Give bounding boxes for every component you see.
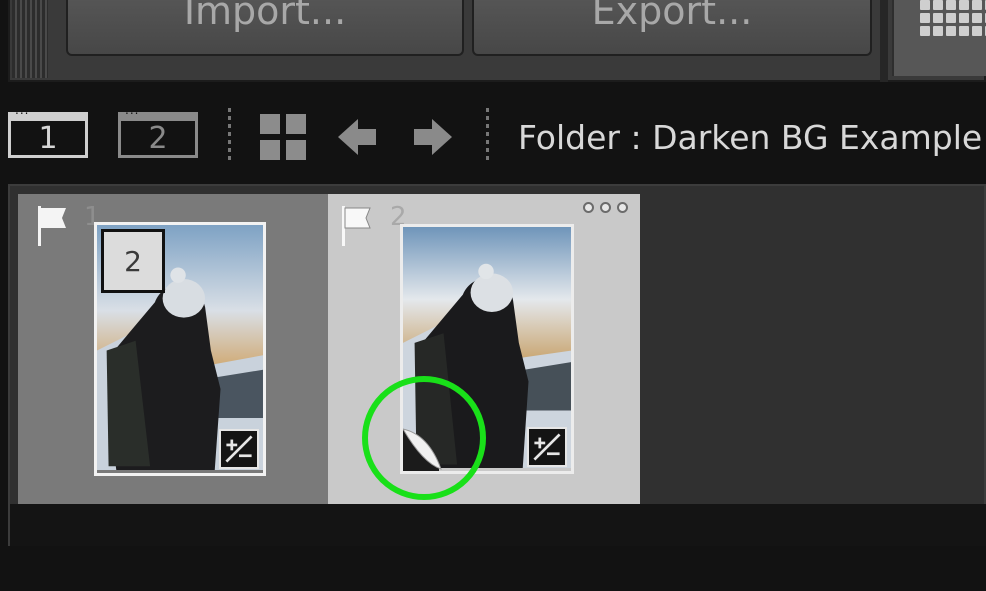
flag-icon[interactable]: [338, 204, 376, 248]
filmstrip-scroll-track[interactable]: [10, 504, 986, 546]
filmstrip-cell[interactable]: 1 2: [18, 194, 328, 504]
filmstrip: 1 2 2: [8, 184, 986, 546]
highlight-ring-annotation: [362, 376, 486, 500]
develop-adjusted-icon[interactable]: [219, 429, 259, 469]
module-top-panel: Import... Export...: [8, 0, 986, 82]
panel-divider: [880, 0, 888, 82]
library-grid-button[interactable]: [892, 0, 986, 76]
photo-thumbnail[interactable]: 2: [94, 222, 266, 476]
flag-icon[interactable]: [34, 204, 72, 248]
secondary-window-button[interactable]: 2: [118, 103, 198, 158]
export-button[interactable]: Export...: [472, 0, 872, 56]
grid-dots-icon: [920, 0, 986, 36]
toolbar-separator: [486, 108, 489, 164]
lightroom-filmstrip-area: Import... Export... 1 2 F: [0, 0, 986, 591]
develop-adjusted-icon[interactable]: [527, 427, 567, 467]
stack-count-badge[interactable]: 2: [101, 229, 165, 293]
grid-view-icon[interactable]: [260, 114, 306, 160]
toolbar-separator: [228, 108, 231, 164]
folder-path-label[interactable]: Folder : Darken BG Example: [518, 118, 982, 157]
panel-grip[interactable]: [12, 0, 48, 78]
next-arrow-icon[interactable]: [412, 116, 454, 158]
secondary-window-label: 2: [148, 120, 168, 156]
previous-arrow-icon[interactable]: [336, 116, 378, 158]
primary-window-label: 1: [38, 120, 58, 156]
filmstrip-toolbar: 1 2 Folder : Darken BG Example: [0, 96, 986, 182]
import-button[interactable]: Import...: [66, 0, 464, 56]
more-options-icon[interactable]: [583, 202, 628, 213]
primary-window-button[interactable]: 1: [8, 103, 88, 158]
